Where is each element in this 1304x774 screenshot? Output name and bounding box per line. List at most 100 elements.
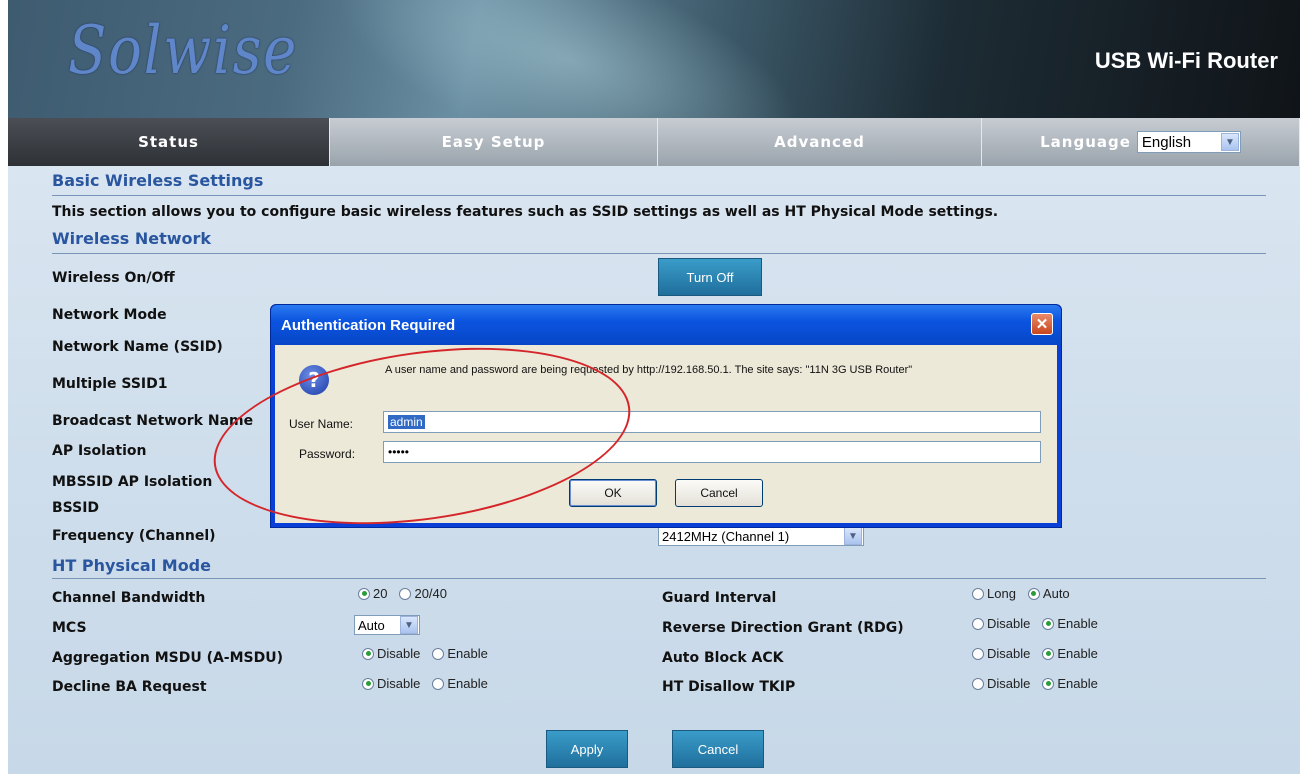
radio-circle[interactable] [432,647,445,660]
label-ap-isolation: AP Isolation [52,443,147,459]
radio-decline-ba-enable[interactable]: Enable [432,676,488,691]
turn-off-button[interactable]: Turn Off [658,258,762,296]
radio-amsdu-disable[interactable]: Disable [362,646,420,661]
radio-label: Disable [987,676,1031,691]
label-decline-ba: Decline BA Request [52,679,207,695]
guard-interval-radios: Long Auto [972,586,1082,601]
page-description: This section allows you to configure bas… [52,204,999,220]
dialog-cancel-button[interactable]: Cancel [675,479,763,507]
dialog-title: Authentication Required [281,316,456,334]
mcs-control: Auto ▼ [354,615,420,635]
main-nav: Status Easy Setup Advanced Language Engl… [8,118,1300,166]
rdg-radios: Disable Enable [972,616,1110,631]
language-label: Language [1040,133,1131,151]
username-value: admin [388,415,425,429]
radio-circle[interactable] [1042,617,1055,630]
ok-button[interactable]: OK [569,479,657,507]
radio-rdg-enable[interactable]: Enable [1042,616,1098,631]
banner-decoration [289,0,847,118]
ht-disallow-tkip-radios: Disable Enable [972,676,1110,691]
language-select[interactable]: English ▼ [1136,131,1241,153]
radio-label: Disable [987,646,1031,661]
radio-circle[interactable] [972,647,984,660]
radio-circle[interactable] [399,587,412,600]
radio-amsdu-enable[interactable]: Enable [432,646,488,661]
mcs-select[interactable]: Auto ▼ [354,615,420,635]
label-ht-disallow-tkip: HT Disallow TKIP [662,679,796,695]
amsdu-radios: Disable Enable [362,646,500,661]
radio-label: Auto [1042,586,1070,601]
tab-language: Language English ▼ [982,118,1300,166]
username-field[interactable]: admin [383,411,1041,433]
label-ssid: Network Name (SSID) [52,339,223,355]
divider [52,253,1266,254]
frequency-select[interactable]: 2412MHz (Channel 1) ▼ [658,526,864,546]
radio-circle[interactable] [972,677,984,690]
cancel-button[interactable]: Cancel [672,730,764,768]
radio-circle[interactable] [358,587,370,600]
label-network-mode: Network Mode [52,307,167,323]
radio-bw-20[interactable]: 20 [358,586,387,601]
label-multiple-ssid: Multiple SSID1 [52,376,168,392]
radio-bw-20-40[interactable]: 20/40 [399,586,447,601]
apply-button[interactable]: Apply [546,730,628,768]
radio-circle[interactable] [432,677,445,690]
label-rdg: Reverse Direction Grant (RDG) [662,620,904,636]
tab-advanced[interactable]: Advanced [658,118,982,166]
radio-gi-long[interactable]: Long [972,586,1016,601]
label-auto-block-ack: Auto Block ACK [662,650,784,666]
radio-tkip-disable[interactable]: Disable [972,676,1030,691]
radio-decline-ba-disable[interactable]: Disable [362,676,420,691]
radio-circle[interactable] [1027,587,1040,600]
frequency-control: 2412MHz (Channel 1) ▼ [658,526,864,546]
question-icon: ? [299,365,329,395]
divider [52,195,1266,196]
label-broadcast-name: Broadcast Network Name [52,413,254,429]
label-guard-interval: Guard Interval [662,590,777,606]
close-icon[interactable]: ✕ [1031,313,1053,335]
tab-status[interactable]: Status [8,118,330,166]
brand-logo: Solwise [68,12,299,89]
radio-tkip-enable[interactable]: Enable [1042,676,1098,691]
frequency-value: 2412MHz (Channel 1) [662,528,790,544]
chevron-down-icon[interactable]: ▼ [844,527,862,545]
username-label: User Name: [289,417,354,431]
label-channel-bandwidth: Channel Bandwidth [52,590,206,606]
label-wireless-onoff: Wireless On/Off [52,270,175,286]
tab-easy-setup[interactable]: Easy Setup [330,118,658,166]
section-ht-physical-mode: HT Physical Mode [52,556,211,575]
page-title: Basic Wireless Settings [52,171,264,190]
chevron-down-icon[interactable]: ▼ [400,616,418,634]
dialog-body: ? A user name and password are being req… [275,345,1057,523]
section-wireless-network: Wireless Network [52,229,212,248]
radio-circle[interactable] [362,647,374,660]
dialog-message: A user name and password are being reque… [385,364,913,376]
radio-label: 20 [373,586,388,601]
radio-label: Enable [1057,616,1098,631]
radio-gi-auto[interactable]: Auto [1027,586,1070,601]
radio-label: Enable [1057,646,1098,661]
radio-circle[interactable] [362,677,374,690]
chevron-down-icon[interactable]: ▼ [1220,133,1239,151]
radio-label: Enable [447,646,488,661]
radio-rdg-disable[interactable]: Disable [972,616,1030,631]
radio-circle[interactable] [1042,677,1055,690]
radio-circle[interactable] [972,617,984,630]
radio-aba-disable[interactable]: Disable [972,646,1030,661]
label-mcs: MCS [52,620,87,636]
password-field[interactable]: ••••• [383,441,1041,463]
radio-circle[interactable] [1042,647,1055,660]
auto-block-ack-radios: Disable Enable [972,646,1110,661]
password-value: ••••• [388,445,410,459]
mcs-value: Auto [358,617,385,633]
label-amsdu: Aggregation MSDU (A-MSDU) [52,650,284,666]
label-frequency: Frequency (Channel) [52,528,216,544]
radio-label: Long [987,586,1016,601]
radio-aba-enable[interactable]: Enable [1042,646,1098,661]
decline-ba-radios: Disable Enable [362,676,500,691]
radio-circle[interactable] [972,587,984,600]
password-label: Password: [299,447,356,461]
label-bssid: BSSID [52,500,100,516]
channel-bandwidth-radios: 20 20/40 [358,586,459,601]
radio-label: Enable [447,676,488,691]
